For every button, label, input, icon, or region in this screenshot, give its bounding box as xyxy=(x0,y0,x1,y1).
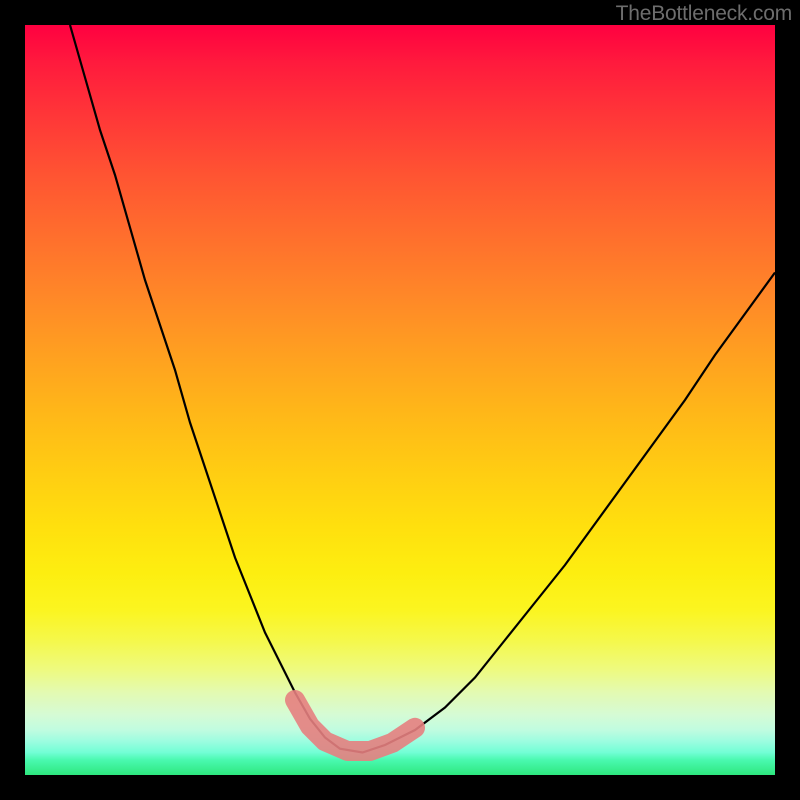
chart-container: TheBottleneck.com xyxy=(0,0,800,800)
watermark: TheBottleneck.com xyxy=(616,2,792,26)
trough-highlight xyxy=(295,700,415,751)
bottleneck-curve xyxy=(70,25,775,753)
chart-svg xyxy=(25,25,775,775)
plot-area xyxy=(25,25,775,775)
